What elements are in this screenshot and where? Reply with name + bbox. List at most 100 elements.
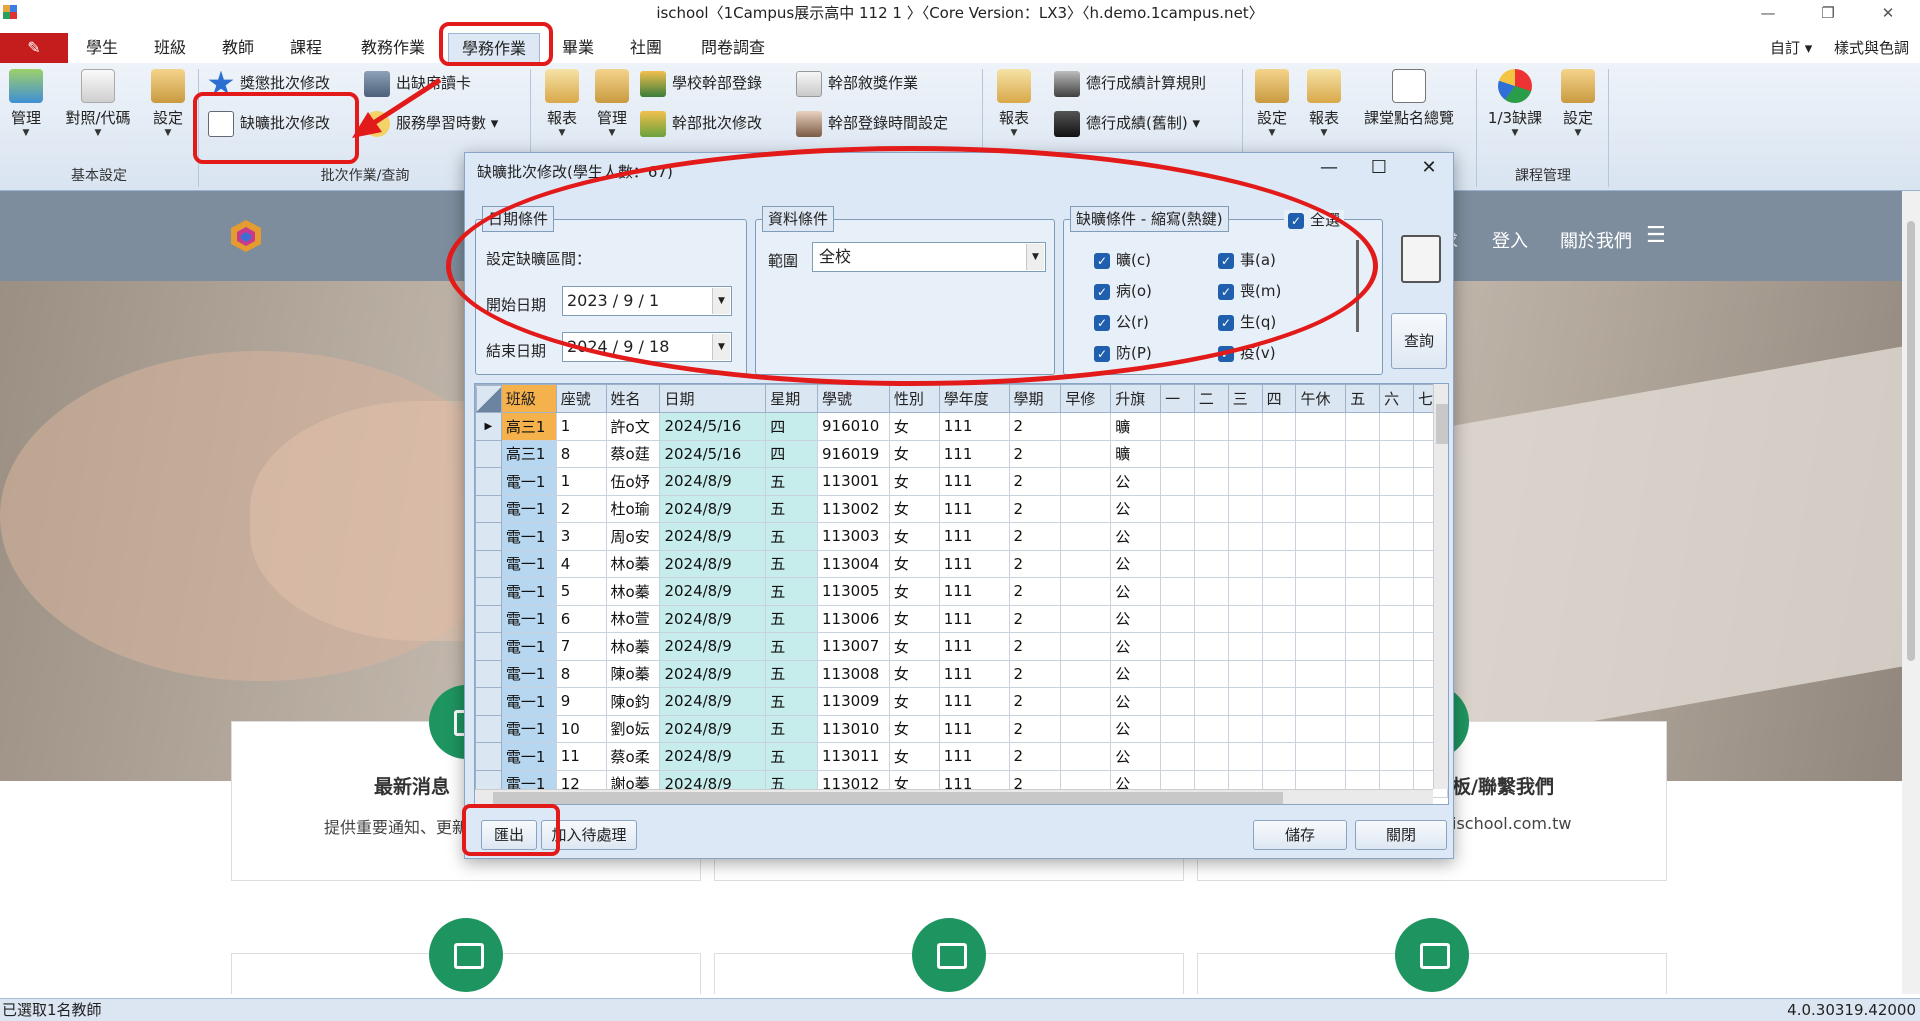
cell-period-15[interactable] <box>1295 549 1347 578</box>
cell-period-11[interactable] <box>1160 742 1195 771</box>
conduct-rules-button[interactable]: 德行成績計算規則 <box>1054 68 1206 98</box>
col-header-date[interactable]: 日期 <box>659 384 767 413</box>
cell-weekday[interactable]: 五 <box>765 522 819 551</box>
cell-period-17[interactable] <box>1379 687 1414 716</box>
cell-period-17[interactable] <box>1379 714 1414 743</box>
cadre-manage-button[interactable]: 管理 ▼ <box>590 69 634 138</box>
cell-period-11[interactable] <box>1160 687 1195 716</box>
cell-semester[interactable]: 2 <box>1008 467 1062 496</box>
cell-morning-study[interactable] <box>1060 577 1112 606</box>
cell-period-13[interactable] <box>1227 549 1263 578</box>
table-row[interactable]: 電一1 1 伍o妤 2024/8/9 五 113001 女 111 2 公 <box>475 467 1448 496</box>
cell-school-year[interactable]: 111 <box>938 439 1010 468</box>
row-header[interactable] <box>475 577 502 606</box>
col-header-student-id[interactable]: 學號 <box>817 384 890 413</box>
manage-button[interactable]: 管理 ▼ <box>4 69 48 138</box>
table-row[interactable]: 電一1 10 劉o妘 2024/8/9 五 113010 女 111 2 公 <box>475 714 1448 743</box>
table-row[interactable]: 電一1 5 林o蓁 2024/8/9 五 113005 女 111 2 公 <box>475 577 1448 606</box>
cell-seat[interactable]: 3 <box>555 522 607 551</box>
cell-semester[interactable]: 2 <box>1008 549 1062 578</box>
cell-period-15[interactable] <box>1295 714 1347 743</box>
cell-period-17[interactable] <box>1379 549 1414 578</box>
cell-gender[interactable]: 女 <box>888 659 940 688</box>
cell-morning-study[interactable] <box>1060 467 1112 496</box>
row-header[interactable] <box>475 604 502 633</box>
cell-student-id[interactable]: 113003 <box>817 522 890 551</box>
cell-school-year[interactable]: 111 <box>938 549 1010 578</box>
cell-period-11[interactable] <box>1160 549 1195 578</box>
cell-period-13[interactable] <box>1227 659 1263 688</box>
cell-class[interactable]: 電一1 <box>500 687 557 716</box>
table-row[interactable]: 電一1 3 周o安 2024/8/9 五 113003 女 111 2 公 <box>475 522 1448 551</box>
course-settings-button[interactable]: 設定 ▼ <box>1558 69 1598 138</box>
cell-period-17[interactable] <box>1379 604 1414 633</box>
cell-weekday[interactable]: 五 <box>765 659 819 688</box>
tab-academic-affairs[interactable]: 教務作業 <box>352 33 434 63</box>
cell-seat[interactable]: 7 <box>555 632 607 661</box>
attendance-card-reader-button[interactable]: 出缺席讀卡 <box>364 68 471 98</box>
cell-school-year[interactable]: 111 <box>938 494 1010 523</box>
cell-period-17[interactable] <box>1379 659 1414 688</box>
cell-school-year[interactable]: 111 <box>938 659 1010 688</box>
cell-flag-raising[interactable]: 公 <box>1110 742 1162 771</box>
col-header-name[interactable]: 姓名 <box>605 384 661 413</box>
cell-semester[interactable]: 2 <box>1008 604 1062 633</box>
dialog-close-button[interactable]: ✕ <box>1409 157 1449 181</box>
cell-weekday[interactable]: 五 <box>765 687 819 716</box>
cell-date[interactable]: 2024/5/16 <box>659 412 767 441</box>
cell-period-14[interactable] <box>1261 522 1297 551</box>
cell-period-12[interactable] <box>1193 412 1229 441</box>
cell-school-year[interactable]: 111 <box>938 412 1010 441</box>
conduct-report-button[interactable]: 報表 ▼ <box>992 69 1036 138</box>
cell-period-14[interactable] <box>1261 439 1297 468</box>
cell-gender[interactable]: 女 <box>888 577 940 606</box>
cell-period-15[interactable] <box>1295 659 1347 688</box>
cell-period-11[interactable] <box>1160 659 1195 688</box>
cell-name[interactable]: 林o蓁 <box>605 632 661 661</box>
cell-flag-raising[interactable]: 公 <box>1110 467 1162 496</box>
basic-settings-button[interactable]: 設定 ▼ <box>148 69 188 138</box>
cell-seat[interactable]: 11 <box>555 742 607 771</box>
cell-period-12[interactable] <box>1193 494 1229 523</box>
cell-class[interactable]: 電一1 <box>500 632 557 661</box>
cell-morning-study[interactable] <box>1060 632 1112 661</box>
hamburger-menu-icon[interactable]: ☰ <box>1646 223 1666 248</box>
cell-period-16[interactable] <box>1345 659 1381 688</box>
cell-school-year[interactable]: 111 <box>938 742 1010 771</box>
cell-period-15[interactable] <box>1295 577 1347 606</box>
cell-date[interactable]: 2024/5/16 <box>659 439 767 468</box>
col-header-flag-raising[interactable]: 升旗 <box>1110 384 1162 413</box>
cell-semester[interactable]: 2 <box>1008 522 1062 551</box>
cell-seat[interactable]: 6 <box>555 604 607 633</box>
table-row[interactable]: 電一1 7 林o蓁 2024/8/9 五 113007 女 111 2 公 <box>475 632 1448 661</box>
cadre-batch-edit-button[interactable]: 幹部批次修改 <box>640 108 762 138</box>
attendance-grid[interactable]: 班級 座號 姓名 日期 星期 學號 性別 學年度 學期 早修 升旗 一 二 三 … <box>474 383 1449 805</box>
cell-flag-raising[interactable]: 公 <box>1110 549 1162 578</box>
cell-flag-raising[interactable]: 曠 <box>1110 439 1162 468</box>
cell-period-12[interactable] <box>1193 549 1229 578</box>
cell-semester[interactable]: 2 <box>1008 687 1062 716</box>
cell-student-id[interactable]: 113004 <box>817 549 890 578</box>
cell-date[interactable]: 2024/8/9 <box>659 714 767 743</box>
cell-school-year[interactable]: 111 <box>938 467 1010 496</box>
cell-name[interactable]: 陳o鈞 <box>605 687 661 716</box>
cell-period-15[interactable] <box>1295 439 1347 468</box>
cell-period-14[interactable] <box>1261 604 1297 633</box>
cell-flag-raising[interactable]: 曠 <box>1110 412 1162 441</box>
cell-period-13[interactable] <box>1227 714 1263 743</box>
cell-period-11[interactable] <box>1160 522 1195 551</box>
cell-period-17[interactable] <box>1379 577 1414 606</box>
col-header-period-3[interactable]: 三 <box>1227 384 1263 413</box>
cell-student-id[interactable]: 113008 <box>817 659 890 688</box>
cell-period-16[interactable] <box>1345 494 1381 523</box>
cell-period-16[interactable] <box>1345 467 1381 496</box>
col-header-class[interactable]: 班級 <box>500 384 557 413</box>
cell-flag-raising[interactable]: 公 <box>1110 604 1162 633</box>
cell-date[interactable]: 2024/8/9 <box>659 577 767 606</box>
cell-gender[interactable]: 女 <box>888 714 940 743</box>
cell-semester[interactable]: 2 <box>1008 494 1062 523</box>
cell-class[interactable]: 電一1 <box>500 577 557 606</box>
row-header[interactable] <box>475 494 502 523</box>
cell-weekday[interactable]: 五 <box>765 714 819 743</box>
cell-student-id[interactable]: 113005 <box>817 577 890 606</box>
